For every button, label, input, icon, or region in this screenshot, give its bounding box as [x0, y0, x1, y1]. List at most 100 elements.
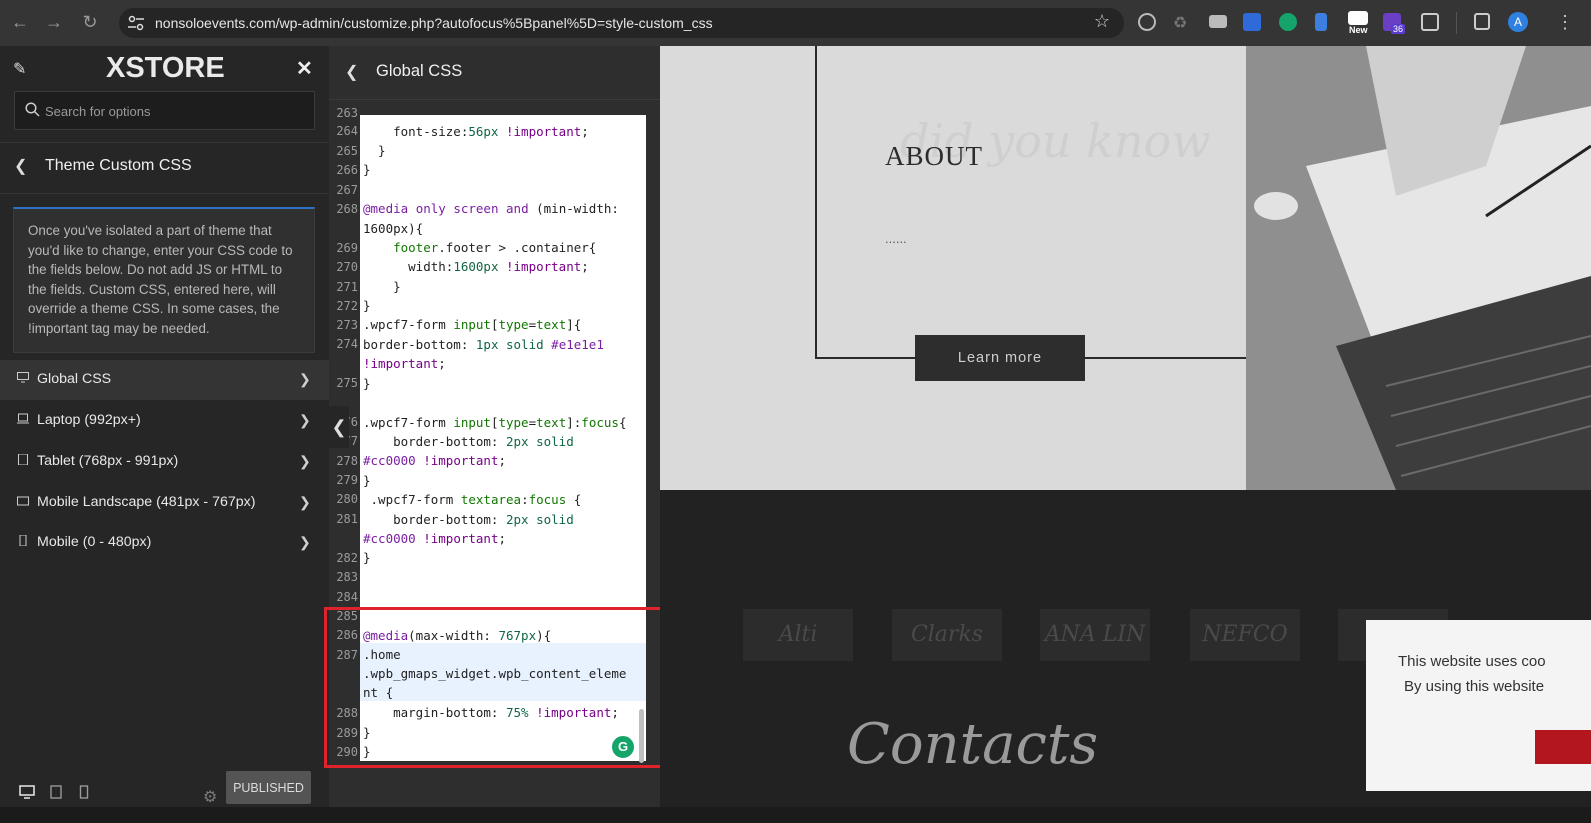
gear-icon[interactable]: ⚙: [203, 787, 217, 807]
profile-avatar[interactable]: A: [1508, 12, 1528, 32]
close-icon[interactable]: ✕: [296, 56, 313, 81]
new-badge: New: [1349, 25, 1368, 35]
desktop-icon: [17, 372, 29, 383]
back-arrow-icon[interactable]: ←: [8, 10, 32, 34]
menu-item-laptop[interactable]: Laptop (992px+) ❯: [0, 401, 329, 441]
brand-logo: Clarks: [892, 609, 1002, 661]
code-line: border-bottom: 2px solid: [363, 512, 574, 527]
brand-logo: ANA LIN: [1040, 609, 1150, 661]
line-number: 275: [336, 376, 358, 390]
mobile-landscape-icon: [17, 496, 29, 506]
menu-item-tablet[interactable]: Tablet (768px - 991px) ❯: [0, 442, 329, 482]
about-text: ......: [885, 231, 907, 246]
laptop-icon: [17, 413, 29, 424]
xstore-logo: XSTORE: [106, 52, 225, 84]
code-line: .wpcf7-form textarea:focus {: [363, 492, 582, 507]
published-button[interactable]: PUBLISHED: [226, 771, 311, 804]
code-line: .wpcf7-form input[type=text]{: [363, 317, 582, 332]
toolbar-divider: [1456, 12, 1457, 34]
code-line: .wpcf7-form input[type=text]:focus{: [363, 415, 627, 430]
reload-icon[interactable]: ↻: [78, 10, 102, 34]
code-line: #cc0000 !important;: [363, 453, 507, 468]
line-number: 269: [336, 241, 358, 255]
code-line: #cc0000 !important;: [363, 531, 507, 546]
editor-title: Global CSS: [376, 62, 463, 80]
code-line: }: [363, 162, 371, 177]
line-number: 270: [336, 260, 358, 274]
code-line: }: [363, 550, 371, 565]
grammarly-icon[interactable]: [1279, 13, 1297, 31]
section-description: Once you've isolated a part of theme tha…: [13, 207, 315, 353]
line-number: 281: [336, 512, 358, 526]
search-input[interactable]: [43, 92, 307, 131]
browser-menu-icon[interactable]: ⋮: [1556, 13, 1574, 31]
cookie-text: This website uses coo: [1398, 653, 1546, 670]
highlight-annotation-box: [324, 607, 684, 768]
about-frame: [815, 46, 1248, 359]
line-number: 283: [336, 570, 358, 584]
tablet-icon: [18, 454, 28, 465]
customizer-sidebar: ✎ XSTORE ✕ ❮ Theme Custom CSS Once you'v…: [0, 46, 329, 823]
camera-icon[interactable]: [1209, 15, 1227, 28]
tablet-preview-icon[interactable]: [50, 785, 62, 799]
line-number: 274: [336, 337, 358, 351]
back-chevron-icon[interactable]: ❮: [14, 156, 27, 176]
laptop-photo-graphic: [1246, 46, 1591, 490]
code-line: }: [363, 298, 371, 313]
desktop-preview-icon[interactable]: [19, 785, 35, 799]
line-number: 271: [336, 280, 358, 294]
menu-item-label: Global CSS: [37, 371, 112, 387]
site-settings-icon[interactable]: [127, 15, 145, 31]
pin-icon[interactable]: ✎: [13, 59, 26, 79]
line-number: 272: [336, 299, 358, 313]
code-line: border-bottom: 2px solid: [363, 434, 574, 449]
collapse-sidebar-button[interactable]: ❮: [329, 406, 349, 448]
puzzle-extensions-icon[interactable]: [1421, 13, 1439, 31]
line-number: 264: [336, 124, 358, 138]
code-line: !important;: [363, 356, 446, 371]
about-title: ABOUT: [885, 141, 983, 171]
code-line: footer.footer > .container{: [393, 240, 597, 255]
code-line: width:1600px !important;: [363, 259, 589, 274]
editor-header: ❮ Global CSS: [329, 46, 660, 100]
menu-item-global-css[interactable]: Global CSS ❯: [0, 360, 329, 400]
line-number: 268: [336, 202, 358, 216]
section-title: Theme Custom CSS: [45, 157, 192, 174]
address-bar[interactable]: nonsoloevents.com/wp-admin/customize.php…: [119, 8, 1124, 38]
document-icon[interactable]: [1315, 13, 1327, 31]
chevron-right-icon: ❯: [299, 371, 311, 387]
menu-item-mobile[interactable]: Mobile (0 - 480px) ❯: [0, 523, 329, 563]
new-extension-icon[interactable]: [1348, 11, 1368, 25]
chevron-right-icon: ❯: [299, 453, 311, 469]
translate-icon[interactable]: [1138, 13, 1156, 31]
contacts-heading: Contacts: [847, 712, 1099, 777]
learn-more-button[interactable]: Learn more: [915, 335, 1085, 381]
recycle-icon[interactable]: ♻: [1173, 13, 1191, 32]
browser-toolbar: ← → ↻ nonsoloevents.com/wp-admin/customi…: [0, 0, 1591, 46]
search-icon: [25, 102, 40, 117]
side-panel-icon[interactable]: [1474, 13, 1490, 30]
line-number: 282: [336, 551, 358, 565]
chevron-right-icon: ❯: [299, 534, 311, 550]
forward-arrow-icon[interactable]: →: [42, 10, 66, 34]
mobile-icon: [19, 535, 27, 546]
bookmark-star-icon[interactable]: ☆: [1094, 11, 1110, 32]
menu-item-mobile-landscape[interactable]: Mobile Landscape (481px - 767px) ❯: [0, 483, 329, 523]
code-line: font-size:56px !important;: [363, 124, 589, 139]
translate-extension-icon[interactable]: [1243, 13, 1261, 31]
menu-item-label: Mobile Landscape (481px - 767px): [37, 494, 256, 510]
section-header: ❮ Theme Custom CSS: [0, 142, 329, 194]
line-number: 273: [336, 318, 358, 332]
mobile-preview-icon[interactable]: [79, 785, 89, 799]
chevron-right-icon: ❯: [299, 494, 311, 510]
url-text[interactable]: nonsoloevents.com/wp-admin/customize.php…: [155, 8, 713, 38]
site-preview[interactable]: did you know ABOUT ...... Learn more Alt…: [660, 46, 1591, 823]
about-section: did you know ABOUT ...... Learn more: [660, 46, 1248, 490]
back-chevron-icon[interactable]: ❮: [345, 62, 358, 82]
line-number: 263: [336, 106, 358, 120]
cookie-banner: This website uses coo By using this webs…: [1366, 620, 1591, 791]
search-field[interactable]: [14, 91, 315, 131]
menu-item-label: Tablet (768px - 991px): [37, 453, 179, 469]
cookie-accept-button[interactable]: [1535, 730, 1591, 764]
code-line: }: [363, 376, 371, 391]
